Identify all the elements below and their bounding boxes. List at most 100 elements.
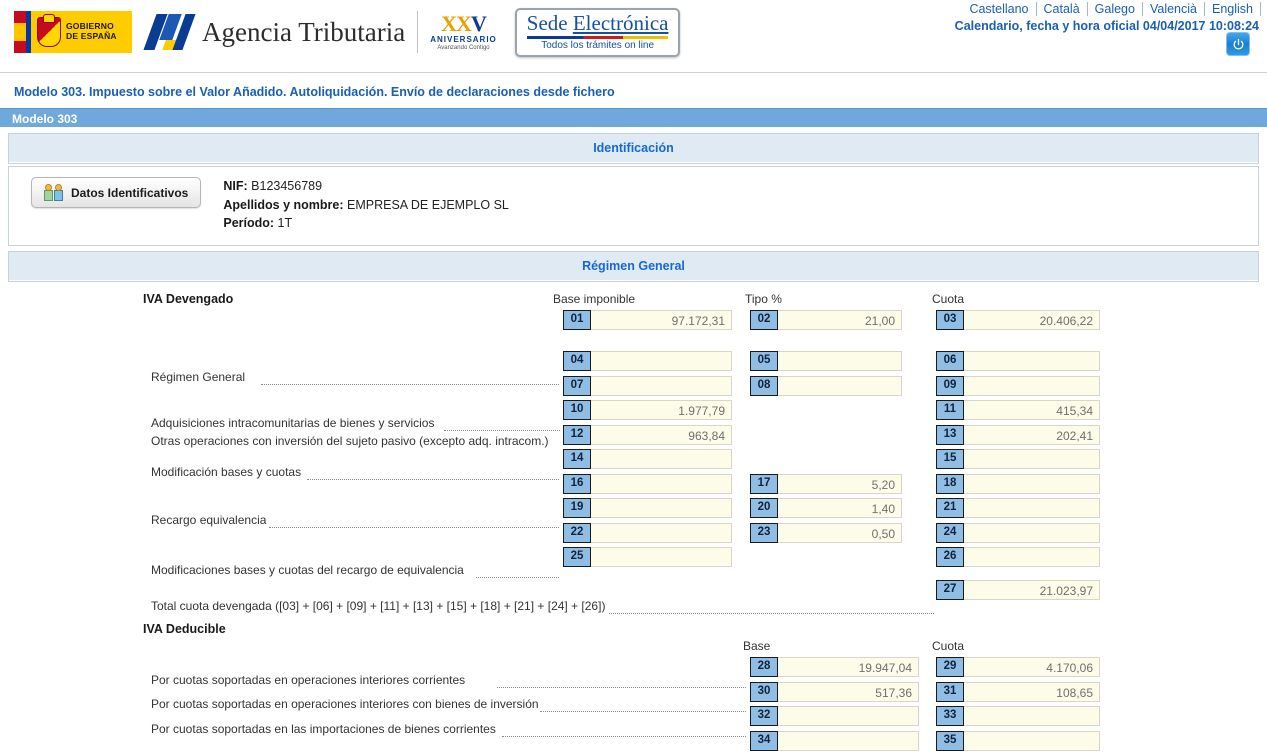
input-10[interactable]: 1.977,79 — [591, 400, 732, 420]
field-28[interactable]: 28 19.947,04 — [750, 657, 919, 677]
field-24[interactable]: 24 — [936, 523, 1100, 543]
input-34[interactable] — [778, 731, 919, 751]
identificacion-panel: Identificación — [8, 133, 1259, 164]
input-22[interactable] — [591, 523, 732, 543]
form-row-16: Modificación bases y cuotas 16 17 5,20 1… — [0, 474, 1267, 499]
field-04[interactable]: 04 — [563, 351, 732, 371]
input-23[interactable]: 0,50 — [778, 523, 902, 543]
lang-castellano[interactable]: Castellano — [963, 2, 1036, 16]
input-28[interactable]: 19.947,04 — [778, 657, 919, 677]
input-35[interactable] — [964, 731, 1100, 751]
form-row-07: Régimen General 07 08 09 — [0, 376, 1267, 401]
box-number-11: 11 — [936, 400, 964, 420]
input-04[interactable] — [591, 351, 732, 371]
field-34[interactable]: 34 — [750, 731, 919, 751]
col-base-imponible: Base imponible — [553, 292, 635, 306]
box-number-28: 28 — [750, 657, 778, 677]
input-24[interactable] — [964, 523, 1100, 543]
label-recargo: Recargo equivalencia — [151, 513, 266, 527]
input-06[interactable] — [964, 351, 1100, 371]
field-07[interactable]: 07 — [563, 376, 732, 396]
field-21[interactable]: 21 — [936, 498, 1100, 518]
label-importaciones-corrientes: Por cuotas soportadas en las importacion… — [151, 722, 496, 736]
field-15[interactable]: 15 — [936, 449, 1100, 469]
field-32[interactable]: 32 — [750, 706, 919, 726]
input-21[interactable] — [964, 498, 1100, 518]
language-selector[interactable]: CastellanoCatalàGalegoValenciàEnglish — [963, 2, 1261, 16]
leader-line — [269, 526, 559, 528]
box-number-26: 26 — [936, 547, 964, 567]
input-30[interactable]: 517,36 — [778, 682, 919, 702]
field-11[interactable]: 11 415,34 — [936, 400, 1100, 420]
field-18[interactable]: 18 — [936, 474, 1100, 494]
input-12[interactable]: 963,84 — [591, 425, 732, 445]
input-17[interactable]: 5,20 — [778, 474, 902, 494]
anniversary-logo: XXV ANIVERSARIO Avanzando Contigo — [430, 13, 497, 51]
field-35[interactable]: 35 — [936, 731, 1100, 751]
field-23[interactable]: 23 0,50 — [750, 523, 902, 543]
input-08[interactable] — [778, 376, 902, 396]
field-16[interactable]: 16 — [563, 474, 732, 494]
input-02[interactable]: 21,00 — [778, 310, 902, 330]
input-11[interactable]: 415,34 — [964, 400, 1100, 420]
input-16[interactable] — [591, 474, 732, 494]
field-29[interactable]: 29 4.170,06 — [936, 657, 1100, 677]
field-22[interactable]: 22 — [563, 523, 732, 543]
field-20[interactable]: 20 1,40 — [750, 498, 902, 518]
field-08[interactable]: 08 — [750, 376, 902, 396]
input-01[interactable]: 97.172,31 — [591, 310, 732, 330]
field-10[interactable]: 10 1.977,79 — [563, 400, 732, 420]
input-26[interactable] — [964, 547, 1100, 567]
input-15[interactable] — [964, 449, 1100, 469]
field-13[interactable]: 13 202,41 — [936, 425, 1100, 445]
input-13[interactable]: 202,41 — [964, 425, 1100, 445]
field-17[interactable]: 17 5,20 — [750, 474, 902, 494]
field-01[interactable]: 01 97.172,31 — [563, 310, 732, 330]
input-03[interactable]: 20.406,22 — [964, 310, 1100, 330]
field-25[interactable]: 25 — [563, 547, 732, 567]
input-07[interactable] — [591, 376, 732, 396]
input-25[interactable] — [591, 547, 732, 567]
nif-label: NIF: — [223, 179, 247, 193]
lang-catala[interactable]: Català — [1037, 2, 1088, 16]
sede-electronica-logo[interactable]: Sede Electrónica Todos los trámites on l… — [515, 8, 681, 57]
input-05[interactable] — [778, 351, 902, 371]
box-number-06: 06 — [936, 351, 964, 371]
input-32[interactable] — [778, 706, 919, 726]
official-datetime[interactable]: Calendario, fecha y hora oficial 04/04/2… — [955, 19, 1259, 33]
box-number-03: 03 — [936, 310, 964, 330]
lang-valencia[interactable]: Valencià — [1143, 2, 1205, 16]
datos-identificativos-button[interactable]: Datos Identificativos — [31, 177, 201, 208]
field-05[interactable]: 05 — [750, 351, 902, 371]
input-09[interactable] — [964, 376, 1100, 396]
lang-galego[interactable]: Galego — [1088, 2, 1143, 16]
field-14[interactable]: 14 — [563, 449, 732, 469]
periodo-value: 1T — [278, 216, 293, 230]
input-29[interactable]: 4.170,06 — [964, 657, 1100, 677]
input-33[interactable] — [964, 706, 1100, 726]
input-20[interactable]: 1,40 — [778, 498, 902, 518]
field-26[interactable]: 26 — [936, 547, 1100, 567]
field-09[interactable]: 09 — [936, 376, 1100, 396]
box-number-10: 10 — [563, 400, 591, 420]
field-31[interactable]: 31 108,65 — [936, 682, 1100, 702]
input-31[interactable]: 108,65 — [964, 682, 1100, 702]
gobierno-de-espana-logo: GOBIERNO DE ESPAÑA — [14, 11, 132, 53]
lang-english[interactable]: English — [1205, 2, 1261, 16]
field-30[interactable]: 30 517,36 — [750, 682, 919, 702]
regimen-general-form: IVA Devengado Base imponible Tipo % Cuot… — [0, 282, 1267, 755]
field-33[interactable]: 33 — [936, 706, 1100, 726]
field-02[interactable]: 02 21,00 — [750, 310, 902, 330]
input-14[interactable] — [591, 449, 732, 469]
field-19[interactable]: 19 — [563, 498, 732, 518]
users-icon — [44, 184, 64, 201]
deducible-column-headers: Base Cuota — [0, 639, 1267, 657]
box-number-33: 33 — [936, 706, 964, 726]
input-19[interactable] — [591, 498, 732, 518]
field-12[interactable]: 12 963,84 — [563, 425, 732, 445]
input-18[interactable] — [964, 474, 1100, 494]
power-icon[interactable] — [1226, 32, 1250, 56]
field-03[interactable]: 03 20.406,22 — [936, 310, 1100, 330]
field-06[interactable]: 06 — [936, 351, 1100, 371]
label-regimen-general: Régimen General — [151, 370, 245, 384]
